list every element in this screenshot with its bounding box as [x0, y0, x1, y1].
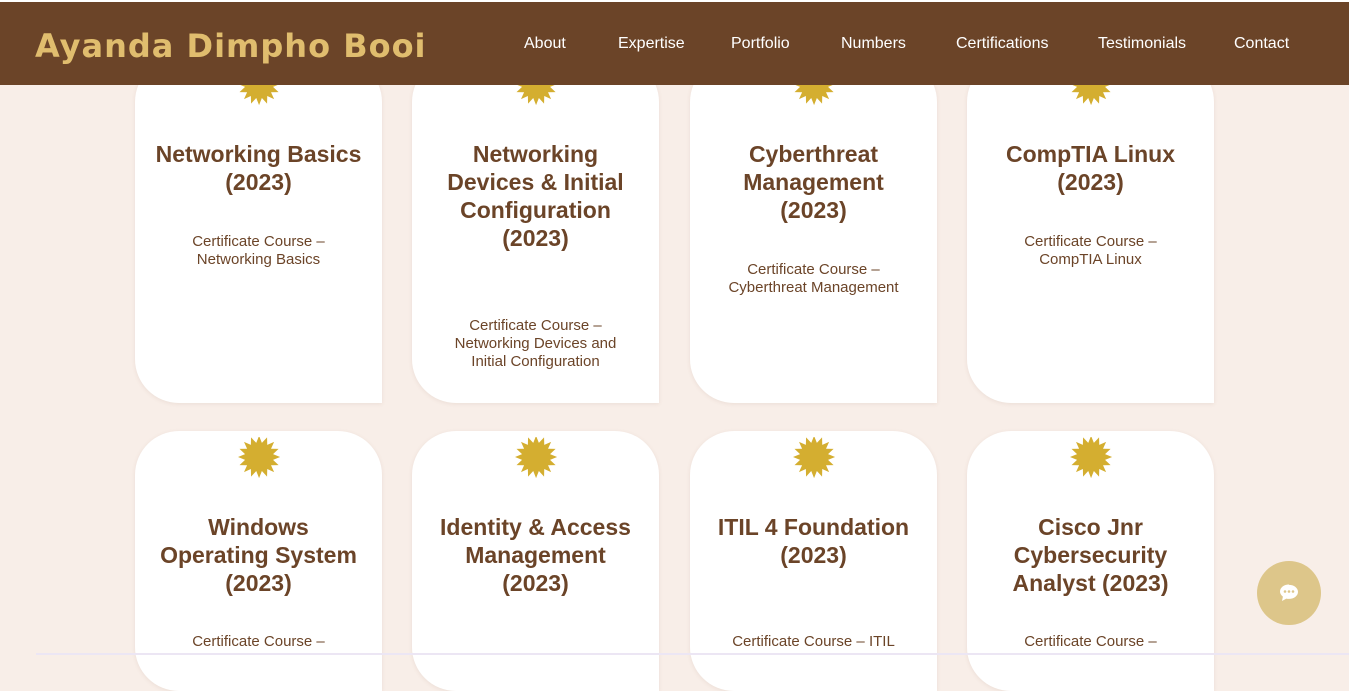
nav-contact[interactable]: Contact: [1234, 34, 1289, 54]
card-description: Certificate Course – Networking Basics: [192, 233, 325, 268]
certification-card: Windows Operating System (2023) Certific…: [135, 431, 382, 691]
nav-testimonials[interactable]: Testimonials: [1098, 34, 1186, 54]
card-title: Windows Operating System (2023): [160, 514, 357, 596]
nav-portfolio[interactable]: Portfolio: [731, 34, 790, 54]
badge-icon: [793, 437, 836, 479]
nav-numbers[interactable]: Numbers: [841, 34, 906, 54]
chat-icon: [1280, 584, 1298, 601]
card-description: Certificate Course – Networking Devices …: [454, 317, 617, 370]
site-header: Ayanda Dimpho Booi About Expertise Portf…: [0, 2, 1349, 85]
badge-icon: [238, 437, 281, 479]
card-title: ITIL 4 Foundation (2023): [717, 514, 910, 568]
badge-icon: [1070, 437, 1113, 479]
certification-card: CompTIA Linux (2023) Certificate Course …: [967, 58, 1214, 403]
nav-certifications[interactable]: Certifications: [956, 34, 1048, 54]
card-title: Networking Devices & Initial Configurati…: [447, 141, 624, 251]
certification-card: Cyberthreat Management (2023) Certificat…: [690, 58, 937, 403]
chat-button[interactable]: [1257, 561, 1321, 625]
card-description: Certificate Course –: [1024, 633, 1157, 650]
card-description: Certificate Course – CompTIA Linux: [1024, 233, 1157, 268]
badge-icon: [515, 437, 558, 479]
certification-card: Networking Basics (2023) Certificate Cou…: [135, 58, 382, 403]
brand-logo[interactable]: Ayanda Dimpho Booi: [35, 26, 427, 66]
card-title: Cisco Jnr Cybersecurity Analyst (2023): [1012, 514, 1169, 596]
certifications-grid: Networking Basics (2023) Certificate Cou…: [0, 0, 1349, 691]
certification-card: Networking Devices & Initial Configurati…: [412, 58, 659, 403]
card-description: Certificate Course – ITIL: [732, 633, 895, 650]
card-title: Cyberthreat Management (2023): [743, 141, 884, 223]
card-title: Networking Basics (2023): [155, 141, 362, 195]
certification-card: Cisco Jnr Cybersecurity Analyst (2023) C…: [967, 431, 1214, 691]
certification-card: ITIL 4 Foundation (2023) Certificate Cou…: [690, 431, 937, 691]
nav-expertise[interactable]: Expertise: [618, 34, 685, 54]
certification-card: Identity & Access Management (2023): [412, 431, 659, 691]
card-description: Certificate Course – Cyberthreat Managem…: [728, 261, 899, 296]
card-title: Identity & Access Management (2023): [440, 514, 631, 596]
card-description: Certificate Course –: [192, 633, 325, 650]
card-title: CompTIA Linux (2023): [1005, 141, 1176, 195]
nav-about[interactable]: About: [524, 34, 566, 54]
